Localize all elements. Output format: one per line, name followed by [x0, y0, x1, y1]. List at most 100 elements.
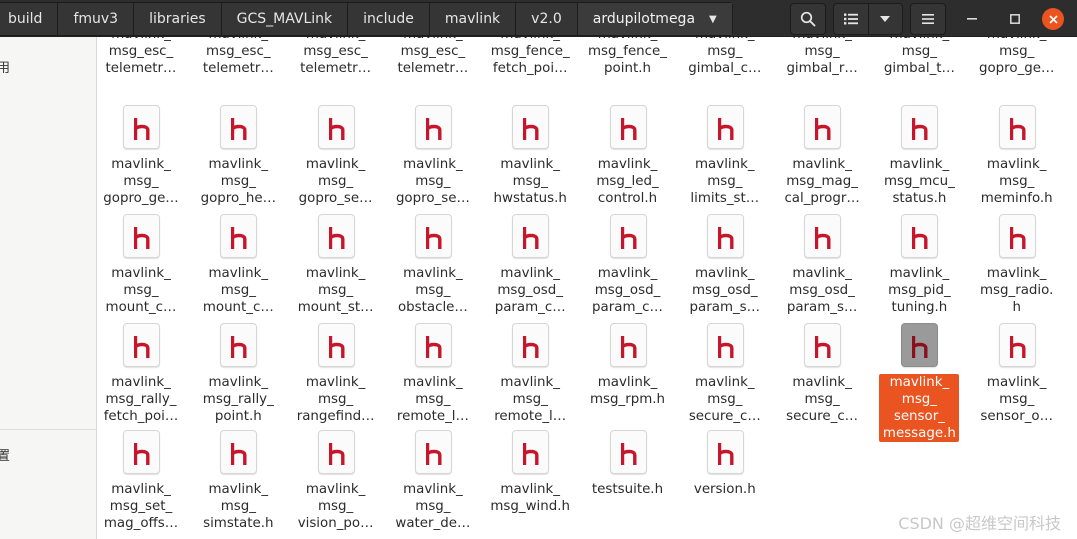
file-name-line: param_c… — [494, 300, 566, 315]
file-name-line: msg_fence_ — [588, 44, 667, 59]
list-view-button[interactable] — [834, 4, 868, 34]
file-name-line: gopro_ge… — [103, 191, 179, 206]
sidebar-item-label[interactable]: 置 — [0, 445, 10, 464]
file-name: mavlink_msg_gimbal_r… — [781, 37, 863, 77]
file-name-line: msg_ — [317, 283, 354, 298]
file-name-line: gopro_se… — [298, 191, 373, 206]
c-header-file-icon — [609, 214, 647, 258]
file-name-line: mavlink_ — [889, 375, 950, 390]
file-name: mavlink_ msg_rpm.h — [587, 374, 669, 408]
list-view-icon — [843, 13, 858, 25]
file-name-line: msg_ — [415, 392, 451, 407]
file-name-line: param_s… — [786, 300, 858, 315]
file-name-line: limits_st… — [690, 191, 760, 206]
file-name-line: gopro_he… — [200, 191, 276, 206]
file-name-line: mag_offs… — [103, 516, 179, 531]
breadcrumb-label: build — [8, 11, 43, 27]
file-name-line: msg_ — [123, 283, 159, 298]
file-name-line: msg_esc_ — [303, 44, 368, 59]
file-name: mavlink_ msg_ secure_c… — [781, 374, 863, 425]
file-name-line: msg_fence_ — [490, 44, 570, 59]
file-name-line: msg_ — [999, 174, 1035, 189]
file-name-line: mavlink_ — [986, 266, 1047, 281]
file-name-line: param_c… — [592, 300, 663, 315]
file-name: mavlink_ msg_osd_ param_c… — [489, 265, 571, 316]
file-name: mavlink_ msg_ hwstatus.h — [489, 156, 571, 207]
file-name-line: mavlink_ — [208, 375, 269, 390]
minimize-icon — [967, 18, 977, 20]
minimize-button[interactable] — [960, 7, 984, 31]
breadcrumb-segment[interactable]: include — [348, 3, 430, 35]
file-name: mavlink_ msg_set_ mag_offs… — [100, 481, 182, 532]
file-name: mavlink_ msg_ mount_c… — [197, 265, 279, 316]
file-name-line: msg_mcu_ — [883, 174, 955, 189]
file-name: mavlink_ msg_led_ control.h — [587, 156, 669, 207]
file-name-line: rangefind… — [296, 409, 375, 424]
file-name-line: msg_ — [317, 499, 354, 514]
file-name-line: secure_c… — [688, 409, 761, 424]
c-header-file-icon — [123, 323, 160, 367]
file-name-line: msg_ — [707, 392, 743, 407]
sidebar-item-label[interactable]: 用 — [0, 57, 10, 76]
file-name-line: msg_pid_ — [888, 283, 951, 298]
file-name-line: msg_osd_ — [594, 283, 661, 298]
file-name-line: control.h — [597, 191, 658, 206]
file-name-line: mavlink_ — [986, 375, 1047, 390]
file-name-line: fetch_poi… — [103, 409, 179, 424]
file-name-line: msg_ — [317, 174, 354, 189]
c-header-file-icon — [901, 214, 939, 258]
chevron-down-icon[interactable]: ▼ — [709, 4, 717, 36]
file-name-line: mavlink_ — [695, 266, 755, 281]
breadcrumb-segment[interactable]: v2.0 — [516, 3, 578, 35]
file-name-line: msg_ — [804, 392, 840, 407]
file-name: mavlink_ msg_ meminfo.h — [976, 156, 1058, 207]
file-name: mavlink_msg_esc_telemetr… — [392, 37, 474, 77]
file-name-line: mavlink_ — [208, 266, 269, 281]
file-name-line: msg_rally_ — [202, 392, 274, 407]
c-header-file-icon — [901, 323, 939, 367]
file-name-line: mavlink_ — [889, 157, 950, 172]
breadcrumb-segment[interactable]: libraries — [134, 3, 222, 35]
c-header-file-icon — [317, 105, 355, 149]
breadcrumb-segment[interactable]: ardupilotmega ▼ — [577, 3, 732, 36]
file-name-line: msg_rally_ — [105, 392, 177, 407]
maximize-button[interactable] — [1003, 7, 1027, 31]
file-name: mavlink_ msg_mcu_ status.h — [878, 156, 960, 207]
file-name-line: testsuite.h — [591, 482, 664, 497]
c-header-file-icon — [901, 105, 939, 149]
file-name: mavlink_msg_esc_telemetr… — [295, 37, 377, 77]
breadcrumb-segment[interactable]: build — [0, 3, 59, 35]
file-name-line: secure_c… — [786, 409, 859, 424]
file-name-line: mavlink_ — [403, 157, 463, 172]
c-header-file-icon — [414, 323, 452, 367]
c-header-file-icon — [609, 105, 647, 149]
file-name-line: msg_ — [512, 174, 548, 189]
c-header-file-icon — [220, 323, 258, 367]
file-name: mavlink_ msg_ gopro_ge… — [100, 156, 182, 207]
search-button[interactable] — [790, 3, 826, 35]
c-header-file-icon — [414, 430, 452, 474]
file-name-line: gimbal_c… — [688, 61, 762, 76]
breadcrumb-segment[interactable]: mavlink — [430, 3, 517, 35]
file-name-line: msg_ — [512, 392, 548, 407]
file-name-line: tuning.h — [891, 300, 948, 315]
file-name: mavlink_ msg_rally_ fetch_poi… — [100, 374, 182, 425]
breadcrumb-segment[interactable]: GCS_MAVLink — [222, 3, 349, 35]
file-name-line: sensor_o… — [980, 409, 1054, 424]
file-name: mavlink_ msg_ obstacle… — [392, 265, 474, 316]
c-header-file-icon — [512, 430, 550, 474]
file-name: mavlink_ msg_wind.h — [489, 481, 571, 515]
file-name-line: mavlink_ — [403, 482, 463, 497]
view-dropdown-button[interactable] — [867, 4, 903, 34]
file-name-line: msg_ — [804, 44, 840, 59]
main-menu-button[interactable] — [910, 3, 946, 35]
file-name-line: point.h — [214, 409, 262, 424]
places-sidebar: 用 置 — [0, 37, 97, 539]
file-name-line: msg_osd_ — [497, 283, 563, 298]
file-name-line: vision_po… — [297, 516, 374, 531]
close-button[interactable] — [1042, 8, 1064, 30]
file-name-line: msg_ — [415, 283, 451, 298]
breadcrumb-segment[interactable]: fmuv3 — [58, 3, 135, 35]
c-header-file-icon — [706, 323, 744, 367]
c-header-file-icon — [804, 214, 842, 258]
